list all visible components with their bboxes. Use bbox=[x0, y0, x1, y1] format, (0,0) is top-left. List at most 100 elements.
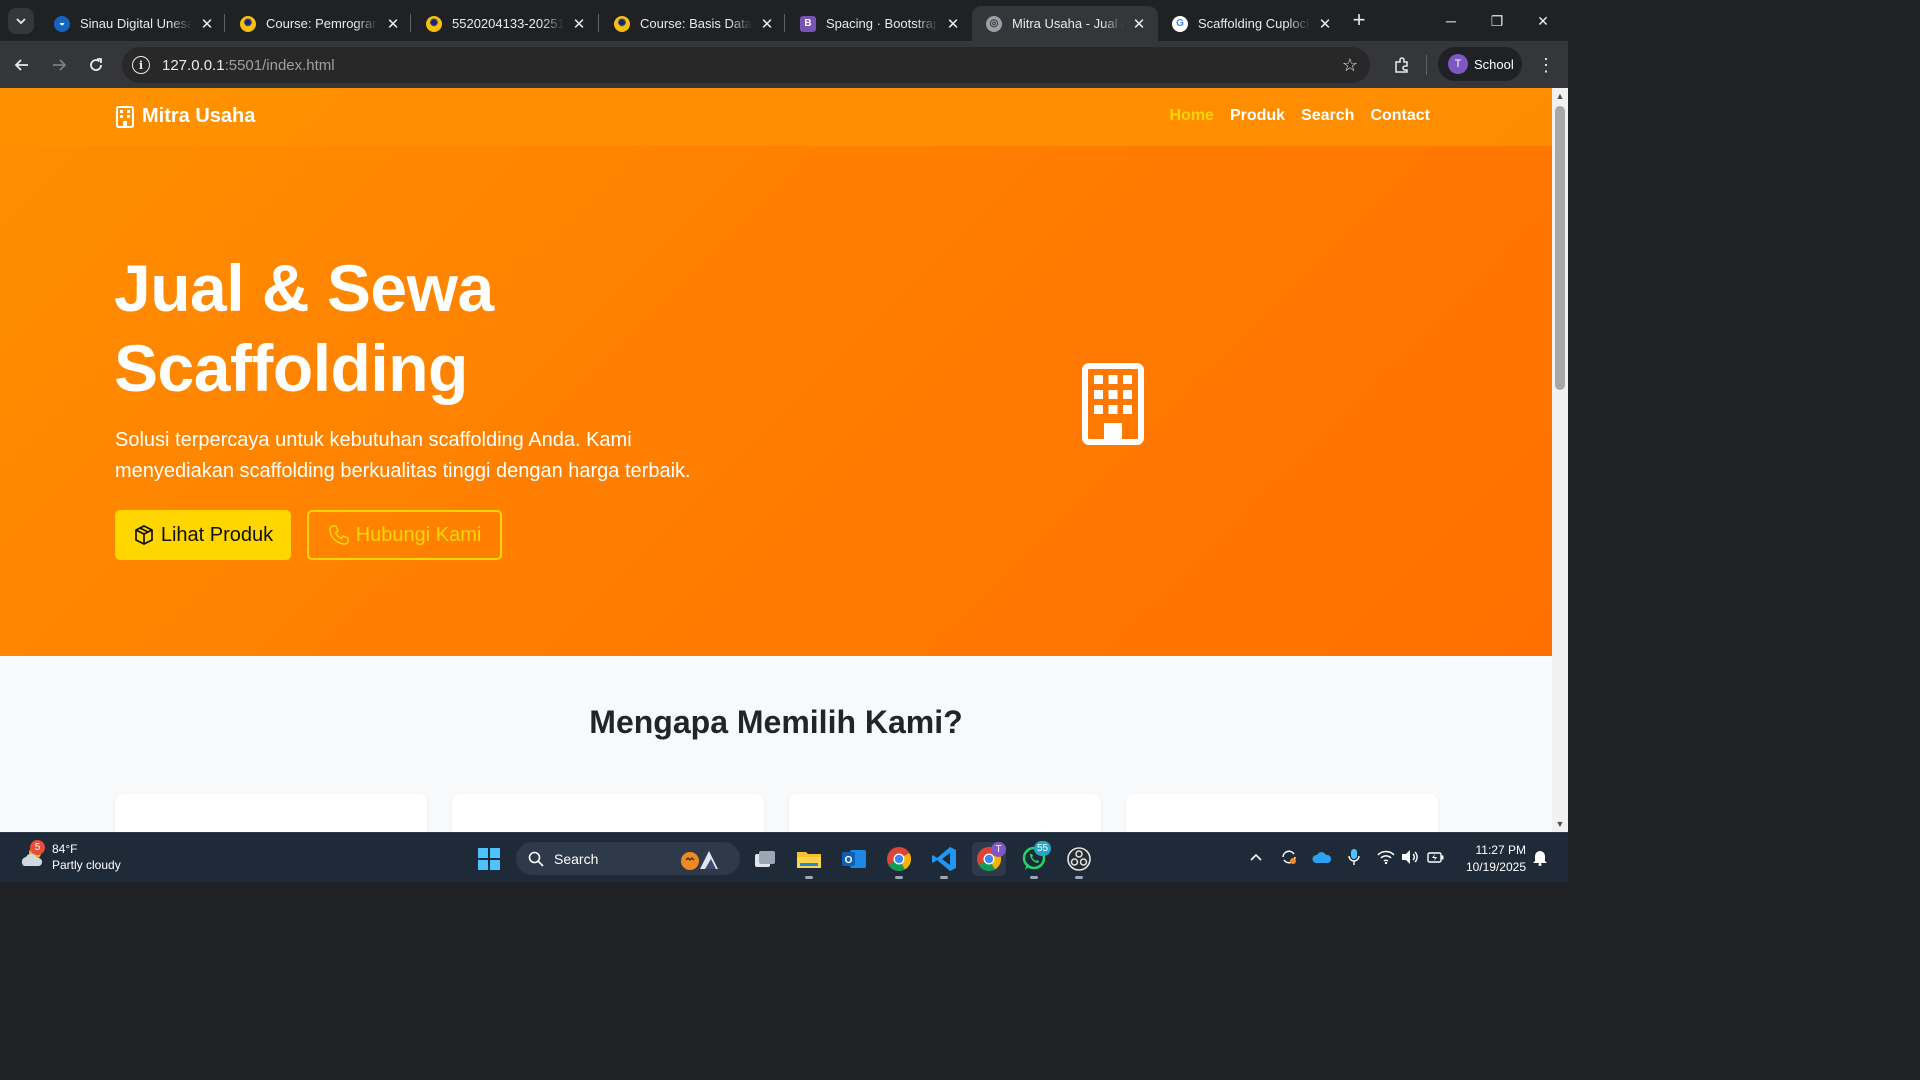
new-tab-button[interactable]: + bbox=[1348, 7, 1370, 32]
tab-search-button[interactable] bbox=[8, 8, 34, 34]
close-tab-icon[interactable]: ✕ bbox=[570, 15, 588, 33]
outlook-icon: O bbox=[842, 850, 866, 868]
folder-icon bbox=[797, 852, 821, 868]
start-button[interactable] bbox=[472, 842, 506, 876]
site-nav-links: Home Produk Search Contact bbox=[1169, 107, 1430, 125]
extensions-button[interactable] bbox=[1388, 51, 1416, 79]
chevron-up-icon[interactable] bbox=[1246, 847, 1266, 867]
nav-link-contact[interactable]: Contact bbox=[1370, 107, 1430, 125]
chrome-profile-badge: T bbox=[991, 842, 1006, 857]
chevron-down-icon bbox=[16, 18, 26, 25]
volume-icon[interactable] bbox=[1400, 847, 1420, 867]
tab-mitra-usaha[interactable]: ◎ Mitra Usaha - Jual & ✕ bbox=[972, 6, 1158, 41]
site-info-icon[interactable]: i bbox=[132, 56, 150, 74]
microphone-icon[interactable] bbox=[1344, 847, 1364, 867]
outlook-button[interactable]: O bbox=[837, 842, 871, 876]
weather-badge: 5 bbox=[30, 840, 45, 855]
chrome-icon bbox=[887, 847, 912, 872]
close-tab-icon[interactable]: ✕ bbox=[384, 15, 402, 33]
tab-title: Sinau Digital Unesa S bbox=[80, 16, 192, 31]
clock-date: 10/19/2025 bbox=[1465, 860, 1526, 874]
scroll-up-icon[interactable]: ▲ bbox=[1555, 91, 1565, 101]
search-icon bbox=[528, 851, 544, 867]
forward-button[interactable] bbox=[45, 51, 73, 79]
taskbar: 5 84°F Partly cloudy Search O T 55 11:27… bbox=[0, 832, 1568, 882]
arrow-left-icon bbox=[14, 59, 28, 71]
phone-icon bbox=[328, 525, 349, 545]
obs-button[interactable] bbox=[1062, 842, 1096, 879]
task-view-icon bbox=[755, 851, 775, 867]
view-products-label: Lihat Produk bbox=[160, 523, 274, 546]
nav-link-home[interactable]: Home bbox=[1169, 107, 1213, 125]
page-viewport: Mitra Usaha Home Produk Search Contact J… bbox=[0, 88, 1552, 832]
task-view-button[interactable] bbox=[748, 842, 782, 876]
tab-strip: ◒ Sinau Digital Unesa S ✕ ✺ Course: Pemr… bbox=[0, 0, 1568, 41]
tab-title: Course: Pemrograma bbox=[266, 16, 378, 31]
reload-button[interactable] bbox=[82, 51, 110, 79]
tab-sinau-digital[interactable]: ◒ Sinau Digital Unesa S ✕ bbox=[40, 6, 226, 41]
box-icon bbox=[134, 525, 153, 545]
weather-widget[interactable]: 5 84°F Partly cloudy bbox=[18, 840, 121, 873]
close-tab-icon[interactable]: ✕ bbox=[944, 15, 962, 33]
close-tab-icon[interactable]: ✕ bbox=[758, 15, 776, 33]
tab-title: Spacing · Bootstrap v bbox=[826, 16, 938, 31]
brand-name: Mitra Usaha bbox=[142, 105, 256, 127]
unesa-icon: ◒ bbox=[54, 15, 70, 32]
obs-icon bbox=[1067, 847, 1091, 871]
building-icon bbox=[1082, 363, 1144, 445]
site-navbar: Mitra Usaha Home Produk Search Contact bbox=[0, 88, 1552, 146]
restore-icon[interactable]: ❐ bbox=[1474, 6, 1520, 36]
contact-us-button[interactable]: Hubungi Kami bbox=[307, 510, 502, 560]
browser-menu-icon[interactable]: ⋮ bbox=[1534, 53, 1558, 77]
brand-link[interactable]: Mitra Usaha bbox=[116, 105, 255, 128]
back-button[interactable] bbox=[8, 51, 36, 79]
nav-link-search[interactable]: Search bbox=[1301, 107, 1354, 125]
feature-card bbox=[789, 794, 1101, 832]
vscode-button[interactable] bbox=[927, 842, 961, 879]
tab-course-pemrograman[interactable]: ✺ Course: Pemrograma ✕ bbox=[226, 6, 412, 41]
tab-scaffolding-cuplock[interactable]: G Scaffolding Cuplock ✕ bbox=[1158, 6, 1344, 41]
contact-us-label: Hubungi Kami bbox=[355, 523, 482, 546]
puzzle-icon bbox=[1395, 57, 1408, 73]
svg-text:O: O bbox=[845, 855, 853, 866]
scrollbar-thumb[interactable] bbox=[1555, 106, 1565, 390]
weather-condition: Partly cloudy bbox=[52, 858, 121, 872]
whatsapp-badge: 55 bbox=[1034, 841, 1052, 856]
partly-cloudy-icon: 5 bbox=[18, 840, 48, 872]
view-products-button[interactable]: Lihat Produk bbox=[115, 510, 291, 560]
taskbar-search-label: Search bbox=[554, 850, 599, 867]
page-scrollbar[interactable]: ▲ ▼ bbox=[1552, 88, 1568, 832]
hero-section: Mitra Usaha Home Produk Search Contact J… bbox=[0, 88, 1552, 656]
tab-bootstrap-spacing[interactable]: B Spacing · Bootstrap v ✕ bbox=[786, 6, 972, 41]
chrome-button[interactable] bbox=[882, 842, 916, 879]
globe-icon: ◎ bbox=[986, 15, 1002, 32]
profile-button[interactable]: T School bbox=[1438, 47, 1522, 81]
bookmark-star-icon[interactable]: ☆ bbox=[1342, 55, 1358, 76]
unesa-icon: ✺ bbox=[240, 15, 256, 32]
close-tab-icon[interactable]: ✕ bbox=[198, 15, 216, 33]
close-tab-icon[interactable]: ✕ bbox=[1316, 15, 1334, 33]
wifi-icon[interactable] bbox=[1376, 847, 1396, 867]
tab-title: Scaffolding Cuplock bbox=[1198, 16, 1310, 31]
file-explorer-button[interactable] bbox=[792, 842, 826, 879]
close-window-icon[interactable]: ✕ bbox=[1520, 6, 1566, 36]
scroll-down-icon[interactable]: ▼ bbox=[1555, 819, 1565, 829]
battery-icon[interactable] bbox=[1426, 847, 1446, 867]
system-clock[interactable]: 11:27 PM 10/19/2025 bbox=[1458, 842, 1526, 876]
chrome-profile-button[interactable]: T bbox=[972, 842, 1006, 876]
hero-title-line-2: Scaffolding bbox=[114, 331, 468, 405]
notification-bell-icon[interactable] bbox=[1530, 847, 1550, 867]
tab-5520204133[interactable]: ✺ 5520204133-20251- ✕ bbox=[412, 6, 598, 41]
tab-course-basis-data[interactable]: ✺ Course: Basis Data ✕ bbox=[600, 6, 786, 41]
address-bar[interactable]: i 127.0.0.1:5501/index.html ☆ bbox=[122, 47, 1370, 83]
minimize-icon[interactable]: ─ bbox=[1428, 6, 1474, 36]
url-text: 127.0.0.1:5501/index.html bbox=[162, 56, 335, 74]
sync-icon[interactable] bbox=[1279, 847, 1299, 867]
nav-link-produk[interactable]: Produk bbox=[1230, 107, 1285, 125]
feature-card bbox=[115, 794, 427, 832]
tab-title: Mitra Usaha - Jual & bbox=[1012, 16, 1124, 31]
close-tab-icon[interactable]: ✕ bbox=[1130, 15, 1148, 33]
taskbar-search[interactable]: Search bbox=[516, 842, 740, 875]
onedrive-icon[interactable] bbox=[1312, 847, 1332, 867]
whatsapp-button[interactable]: 55 bbox=[1017, 841, 1052, 879]
